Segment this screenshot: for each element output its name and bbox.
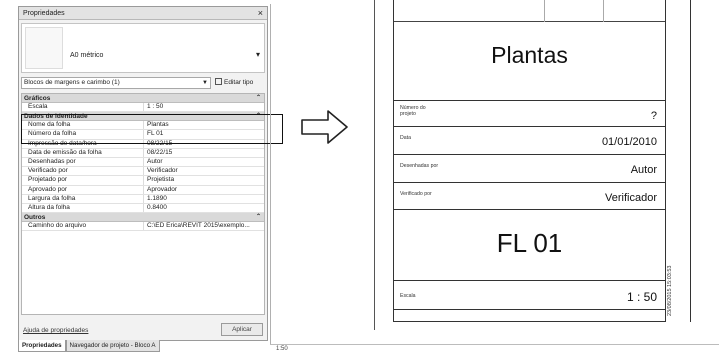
edit-type-icon bbox=[215, 78, 222, 85]
property-name: Altura da folha bbox=[22, 203, 144, 213]
type-thumbnail bbox=[25, 27, 63, 69]
collapse-icon[interactable]: ⌃ bbox=[256, 213, 261, 222]
property-row[interactable]: Verificado por Verificador bbox=[22, 167, 264, 177]
checked-by-value: Verificador bbox=[605, 192, 657, 204]
sheet-number: FL 01 bbox=[496, 228, 563, 258]
property-name: Projetado por bbox=[22, 176, 144, 185]
panel-tabs: Propriedades Navegador de projeto - Bloco… bbox=[18, 340, 160, 352]
property-value[interactable]: 0.8400 bbox=[144, 204, 264, 212]
family-type-select[interactable]: Blocos de margens e carimbo (1) ▼ bbox=[21, 77, 211, 89]
highlight-box bbox=[21, 114, 283, 144]
property-row[interactable]: Largura da folha 1.1890 bbox=[22, 194, 264, 204]
scale-label: Escala bbox=[400, 293, 416, 299]
help-link[interactable]: Ajuda de propriedades bbox=[23, 327, 88, 334]
sheet-name: Plantas bbox=[491, 42, 568, 68]
section-header[interactable]: Gráficos ⌃ bbox=[22, 94, 264, 103]
project-number-label: Número do projeto bbox=[400, 105, 426, 117]
property-row[interactable]: Desenhadas por Autor bbox=[22, 157, 264, 168]
property-value[interactable]: Projetista bbox=[144, 176, 264, 184]
collapse-icon[interactable]: ⌃ bbox=[256, 94, 261, 103]
property-name: Caminho do arquivo bbox=[22, 222, 144, 231]
date-cell: Data 01/01/2010 bbox=[394, 126, 665, 154]
type-selector[interactable]: A0 métrico ▾ bbox=[21, 23, 265, 73]
apply-button[interactable]: Aplicar bbox=[221, 323, 263, 336]
drawn-by-label: Desenhadas por bbox=[400, 163, 439, 169]
view-control-bar: 1:50 bbox=[270, 344, 719, 352]
scale-value: 1 : 50 bbox=[626, 290, 657, 304]
property-row[interactable]: Escala 1 : 50 bbox=[22, 103, 264, 113]
tab-properties[interactable]: Propriedades bbox=[18, 340, 66, 352]
property-name: Verificado por bbox=[22, 167, 144, 176]
project-number-value: ? bbox=[650, 110, 657, 122]
date-stamp: 23/08/2015 15:03:53 bbox=[667, 266, 673, 316]
property-row[interactable]: Caminho do arquivo C:\ED Erica\REVIT 2015… bbox=[22, 222, 264, 232]
date-label: Data bbox=[400, 135, 411, 141]
chevron-down-icon: ▼ bbox=[202, 80, 208, 86]
title-block-header bbox=[394, 0, 665, 22]
section-title: Outros bbox=[24, 214, 46, 222]
drawn-by-cell: Desenhadas por Autor bbox=[394, 154, 665, 182]
property-value[interactable]: Verificador bbox=[144, 167, 264, 175]
checked-by-cell: Verificado por Verificador bbox=[394, 182, 665, 210]
title-block[interactable]: Plantas Número do projeto ? Data 01/01/2… bbox=[393, 0, 666, 322]
property-value[interactable]: C:\ED Erica\REVIT 2015\exemplo... bbox=[144, 222, 264, 230]
property-row[interactable]: Aprovado por Aprovador bbox=[22, 185, 264, 195]
property-value[interactable]: 1.1890 bbox=[144, 195, 264, 203]
sheet-border-line bbox=[374, 0, 375, 330]
tab-project-browser[interactable]: Navegador de projeto - Bloco A bbox=[65, 340, 160, 352]
drawn-by-value: Autor bbox=[630, 164, 657, 176]
family-type-value: Blocos de margens e carimbo (1) bbox=[24, 79, 120, 86]
project-number-cell: Número do projeto ? bbox=[394, 100, 665, 126]
properties-panel: Propriedades × A0 métrico ▾ Blocos de ma… bbox=[18, 6, 283, 341]
property-value[interactable]: 08/22/15 bbox=[144, 149, 264, 157]
property-row[interactable]: Projetado por Projetista bbox=[22, 176, 264, 186]
property-value[interactable]: Aprovador bbox=[144, 186, 264, 194]
scale-cell: Escala 1 : 50 bbox=[394, 280, 665, 310]
date-value: 01/01/2010 bbox=[601, 136, 657, 148]
property-name: Aprovado por bbox=[22, 185, 144, 194]
property-row[interactable]: Altura da folha 0.8400 bbox=[22, 203, 264, 214]
property-name: Largura da folha bbox=[22, 194, 144, 203]
title-block-header-cell bbox=[544, 0, 604, 22]
section-title: Gráficos bbox=[24, 95, 51, 102]
panel-title: Propriedades × bbox=[19, 7, 267, 20]
sheet-right-border bbox=[690, 0, 691, 322]
edit-type-button[interactable]: Editar tipo bbox=[215, 77, 253, 89]
panel-title-text: Propriedades bbox=[23, 10, 65, 17]
property-value[interactable]: 1 : 50 bbox=[144, 103, 264, 111]
edit-type-label: Editar tipo bbox=[224, 79, 254, 86]
property-name: Desenhadas por bbox=[22, 157, 144, 167]
property-value[interactable]: Autor bbox=[144, 158, 264, 166]
close-icon[interactable]: × bbox=[258, 7, 263, 20]
property-row[interactable]: Data de emissão da folha 08/22/15 bbox=[22, 148, 264, 158]
property-name: Escala bbox=[22, 103, 144, 112]
chevron-down-icon[interactable]: ▾ bbox=[256, 50, 260, 59]
checked-by-label: Verificado por bbox=[400, 191, 432, 197]
section-header[interactable]: Outros ⌃ bbox=[22, 213, 264, 223]
property-name: Data de emissão da folha bbox=[22, 148, 144, 157]
date-stamp-text: 23/08/2015 15:03:53 bbox=[667, 266, 673, 316]
type-name: A0 métrico bbox=[70, 52, 104, 59]
selector-row: Blocos de margens e carimbo (1) ▼ Editar… bbox=[21, 77, 265, 89]
